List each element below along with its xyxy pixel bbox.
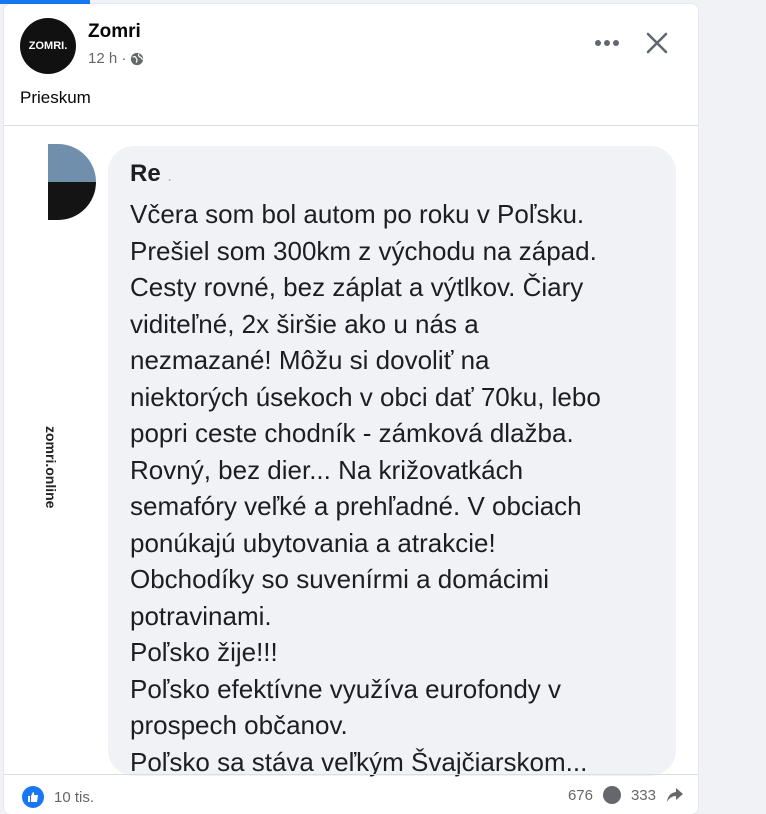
reaction-summary[interactable]: 10 tis. [22, 786, 94, 808]
commenter-name: Re . [130, 160, 172, 187]
comment-line: niektorých úsekoch v obci dať 70ku, lebo [130, 381, 601, 412]
more-options-icon [595, 40, 619, 46]
comment-line: popri ceste chodník - zámková dlažba. [130, 418, 574, 448]
globe-icon [131, 52, 144, 65]
comment-line: semafóry veľké a prehľadné. V obciach [130, 491, 582, 521]
author-name[interactable]: Zomri [88, 21, 141, 43]
post-time[interactable]: 12 h · [88, 50, 126, 67]
more-options-button[interactable] [590, 30, 624, 56]
comment-line: viditeľné, 2x širšie ako u nás a [130, 308, 479, 339]
comment-line: Poľsko žije!!! [130, 637, 278, 667]
comment-line: Rovný, bez dier... Na križovatkách [130, 454, 524, 485]
close-icon [646, 32, 668, 54]
comment-count[interactable]: 676 [568, 787, 593, 804]
post-meta: 12 h · [88, 50, 144, 67]
comment-line: Prešiel som 300km z východu na západ. [130, 235, 597, 266]
comment-line: Obchodíky so suvenírmi a domácimi [130, 564, 550, 594]
comment-line: Poľsko efektívne využíva eurofondy v [130, 673, 562, 704]
comment-line: Cesty rovné, bez záplat a výtlkov. Čiary [130, 272, 584, 302]
footer-divider [4, 774, 698, 775]
comment-line: nezmazané! Môžu si dovoliť na [130, 345, 490, 375]
post-card: ZOMRI. Zomri 12 h · Prieskum zomri.onlin… [4, 4, 698, 814]
post-image[interactable]: zomri.online Re . Včera som bol autom po… [4, 126, 698, 777]
reaction-count[interactable]: 10 tis. [54, 789, 94, 806]
comment-text: Včera som bol autom po roku v Poľsku. Pr… [130, 196, 670, 780]
comment-bubble: Re . Včera som bol autom po roku v Poľsk… [108, 146, 676, 777]
share-icon [667, 788, 683, 802]
post-caption: Prieskum [20, 88, 91, 107]
comment-line: prospech občanov. [130, 710, 348, 740]
engagement-counts: 676 333 [568, 786, 684, 804]
commenter-avatar [48, 144, 96, 220]
page-avatar[interactable]: ZOMRI. [20, 18, 76, 74]
like-icon [22, 786, 44, 808]
comment-line: Včera som bol autom po roku v Poľsku. [130, 199, 585, 229]
share-count[interactable]: 333 [631, 787, 656, 804]
comment-line: ponúkajú ubytovania a atrakcie! [130, 527, 496, 558]
comment-icon [602, 786, 621, 804]
close-button[interactable] [640, 26, 674, 60]
watermark: zomri.online [43, 426, 59, 509]
comment-line: potravinami. [130, 600, 272, 631]
